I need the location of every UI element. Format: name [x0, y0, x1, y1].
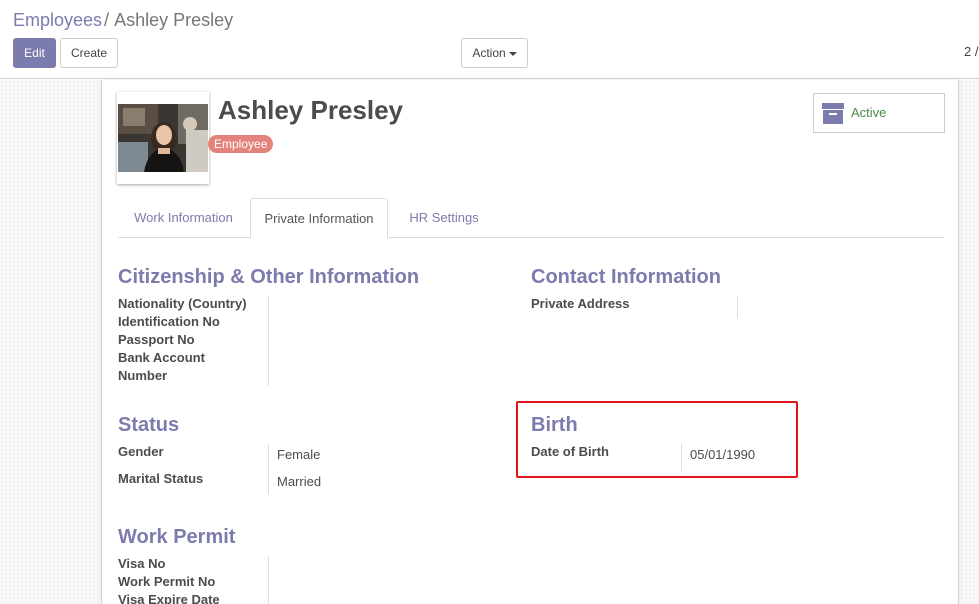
nationality-label: Nationality (Country) [118, 296, 247, 311]
status-divider [268, 444, 269, 494]
birth-highlight-box [516, 401, 798, 478]
work-permit-divider [268, 556, 269, 604]
citizenship-section-title: Citizenship & Other Information [118, 266, 420, 288]
tab-private-information[interactable]: Private Information [250, 198, 388, 239]
pager-counter[interactable]: 2 / [964, 44, 978, 59]
work-permit-no-label: Work Permit No [118, 574, 216, 589]
form-sheet: Ashley Presley Employee Active Work Info… [101, 80, 959, 604]
tab-work-information[interactable]: Work Information [118, 198, 249, 238]
edit-button[interactable]: Edit [13, 38, 56, 68]
tab-hr-settings[interactable]: HR Settings [394, 198, 494, 238]
visa-expire-date-label: Visa Expire Date [118, 592, 220, 604]
control-panel: Employees / Ashley Presley Edit Create Act… [0, 0, 979, 79]
active-toggle-button[interactable]: Active [813, 93, 945, 133]
visa-no-label: Visa No [118, 556, 166, 571]
marital-status-value: Married [277, 474, 322, 489]
caret-down-icon [508, 51, 517, 56]
form-tabs: Work Information Private Information HR … [118, 198, 944, 239]
marital-status-label: Marital Status [118, 471, 204, 486]
bank-account-label: Bank Account [118, 350, 205, 365]
action-label: Action [472, 46, 506, 60]
passport-no-label: Passport No [118, 332, 195, 347]
archive-icon [822, 103, 844, 124]
breadcrumb-employees-link[interactable]: Employees [13, 10, 102, 30]
employee-photo-image [118, 104, 208, 172]
create-button[interactable]: Create [60, 38, 118, 68]
employee-name: Ashley Presley [218, 95, 404, 125]
contact-section-title: Contact Information [531, 266, 721, 288]
work-permit-section-title: Work Permit [118, 526, 236, 548]
citizenship-divider [268, 296, 269, 386]
breadcrumb: Employees / Ashley Presley [13, 9, 233, 31]
gender-value: Female [277, 447, 321, 462]
identification-no-label: Identification No [118, 314, 220, 329]
active-status-label: Active [851, 105, 887, 120]
private-address-label: Private Address [531, 296, 630, 311]
status-section-title: Status [118, 414, 180, 436]
action-dropdown-button[interactable]: Action [461, 38, 528, 68]
employee-tag-badge[interactable]: Employee [208, 135, 274, 153]
contact-divider [737, 296, 738, 318]
employee-photo[interactable] [117, 92, 209, 184]
breadcrumb-separator: / [104, 10, 110, 30]
gender-label: Gender [118, 444, 164, 459]
bank-account-label-continued: Number [118, 368, 168, 383]
breadcrumb-current: Ashley Presley [114, 10, 234, 30]
